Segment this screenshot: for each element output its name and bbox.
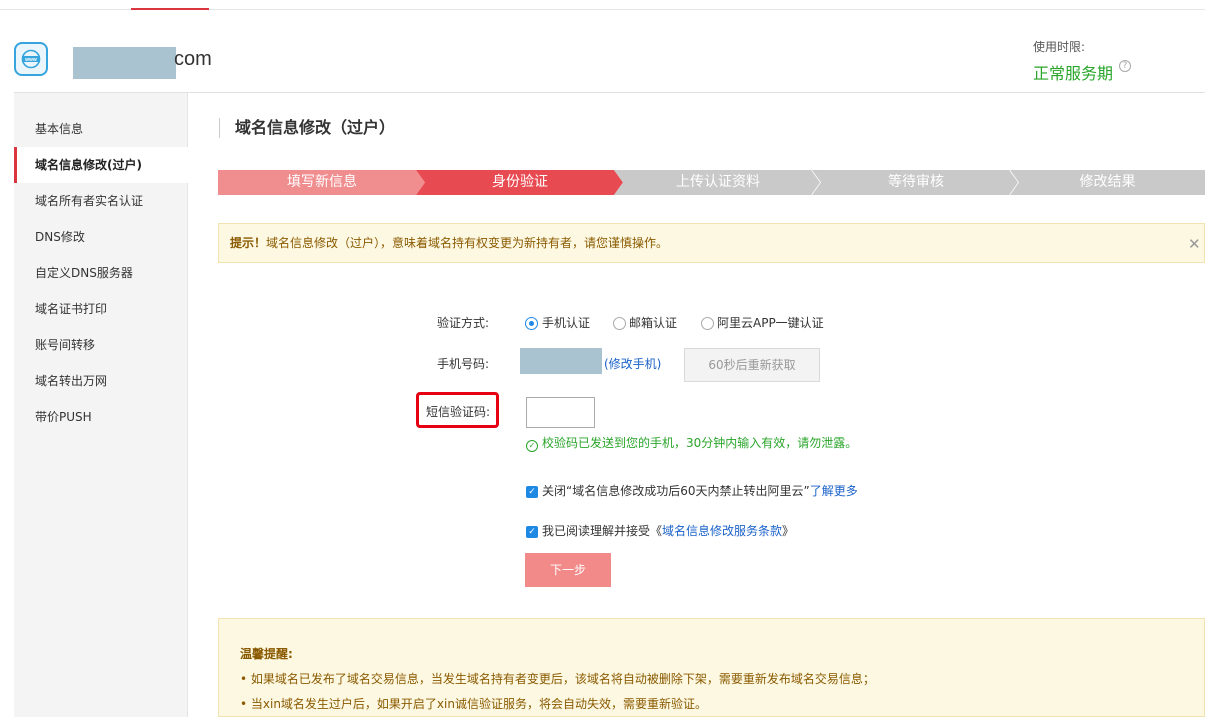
sidebar-item-dns-edit[interactable]: DNS修改 [14,219,188,255]
sidebar-item-basic-info[interactable]: 基本信息 [14,111,188,147]
content-top-border [14,92,1205,93]
step-waiting-review: 等待审核 [812,170,1020,195]
step-label: 上传认证资料 [676,174,760,190]
step-label: 修改结果 [1079,174,1136,190]
domain-header: www com 使用时限: 正常服务期 ? [0,10,1205,92]
radio-label-phone[interactable]: 手机认证 [542,314,590,331]
step-identity-verification: 身份验证 [416,170,624,195]
tips-panel: 温馨提醒: • 如果域名已发布了域名交易信息，当发生域名持有者变更后，该域名将自… [218,618,1205,717]
agree-terms-suffix: 》 [782,524,795,538]
www-globe-icon: www [14,42,48,76]
sidebar-item-transfer-out[interactable]: 域名转出万网 [14,363,188,399]
radio-phone-verification[interactable] [525,317,538,330]
tips-line: • 当xin域名发生过户后，如果开启了xin诚信验证服务，将会自动失效，需要重新… [240,697,707,711]
sidebar-item-info-transfer[interactable]: 域名信息修改(过户) [14,147,189,183]
code-sent-message: ✓ 校验码已发送到您的手机，30分钟内输入有效，请勿泄露。 [526,434,857,452]
service-status: 正常服务期 [1033,64,1114,83]
agree-terms-checkbox[interactable]: ✓ [526,526,538,538]
step-label: 身份验证 [492,174,548,190]
step-label: 等待审核 [888,174,944,190]
step-result: 修改结果 [1010,170,1205,195]
domain-suffix: com [174,48,212,70]
tips-line: • 如果域名已发布了域名交易信息，当发生域名持有者变更后，该域名将自动被删除下架… [240,672,875,686]
page-title: 域名信息修改（过户） [219,118,395,138]
step-label: 填写新信息 [287,174,357,190]
service-period-label: 使用时限: [1033,40,1086,54]
phone-number-label: 手机号码: [436,357,489,371]
radio-label-email[interactable]: 邮箱认证 [629,314,677,331]
progress-steps: 填写新信息 身份验证 上传认证资料 等待审核 修改结果 [218,170,1205,195]
radio-label-app[interactable]: 阿里云APP一键认证 [717,314,824,331]
sms-code-input[interactable] [526,397,595,428]
sidebar-item-custom-dns[interactable]: 自定义DNS服务器 [14,255,188,291]
notice-text: 域名信息修改（过户），意味着域名持有权变更为新持有者，请您谨慎操作。 [266,236,669,250]
sidebar-item-price-push[interactable]: 带价PUSH [14,399,188,435]
code-sent-text: 校验码已发送到您的手机，30分钟内输入有效，请勿泄露。 [542,436,858,450]
close-transfer-lock-label: 关闭“域名信息修改成功后60天内禁止转出阿里云” [542,484,810,498]
close-transfer-lock-text: 关闭“域名信息修改成功后60天内禁止转出阿里云”了解更多 [542,482,858,499]
learn-more-link[interactable]: 了解更多 [810,484,858,498]
check-circle-icon: ✓ [526,440,538,452]
sidebar-item-account-transfer[interactable]: 账号间转移 [14,327,188,363]
radio-email-verification[interactable] [613,317,626,330]
change-phone-link[interactable]: (修改手机) [604,355,661,372]
warning-notice: 提示！域名信息修改（过户），意味着域名持有权变更为新持有者，请您谨慎操作。 [218,223,1205,263]
resend-code-button[interactable]: 60秒后重新获取 [684,348,820,382]
verify-method-label: 验证方式: [436,316,489,330]
phone-number-redacted [520,348,602,374]
notice-prefix: 提示！ [230,236,267,250]
sidebar-item-certificate-print[interactable]: 域名证书打印 [14,291,188,327]
next-step-button[interactable]: 下一步 [525,553,611,587]
step-upload-documents: 上传认证资料 [614,170,822,195]
sidebar: 基本信息 域名信息修改(过户) 域名所有者实名认证 DNS修改 自定义DNS服务… [14,93,189,717]
close-transfer-lock-checkbox[interactable]: ✓ [526,486,538,498]
service-terms-link[interactable]: 域名信息修改服务条款 [662,524,782,538]
agree-terms-label: 我已阅读理解并接受《 [542,524,663,538]
help-icon[interactable]: ? [1119,60,1131,72]
domain-name-redacted [73,47,176,79]
sms-code-label: 短信验证码: [425,405,490,419]
tips-title: 温馨提醒: [240,647,293,661]
radio-app-verification[interactable] [701,317,714,330]
agree-terms-text: 我已阅读理解并接受《域名信息修改服务条款》 [542,522,794,539]
step-fill-new-info: 填写新信息 [218,170,426,195]
close-icon[interactable]: ✕ [1188,235,1201,253]
svg-text:www: www [24,57,37,63]
sidebar-item-owner-verification[interactable]: 域名所有者实名认证 [14,183,188,219]
